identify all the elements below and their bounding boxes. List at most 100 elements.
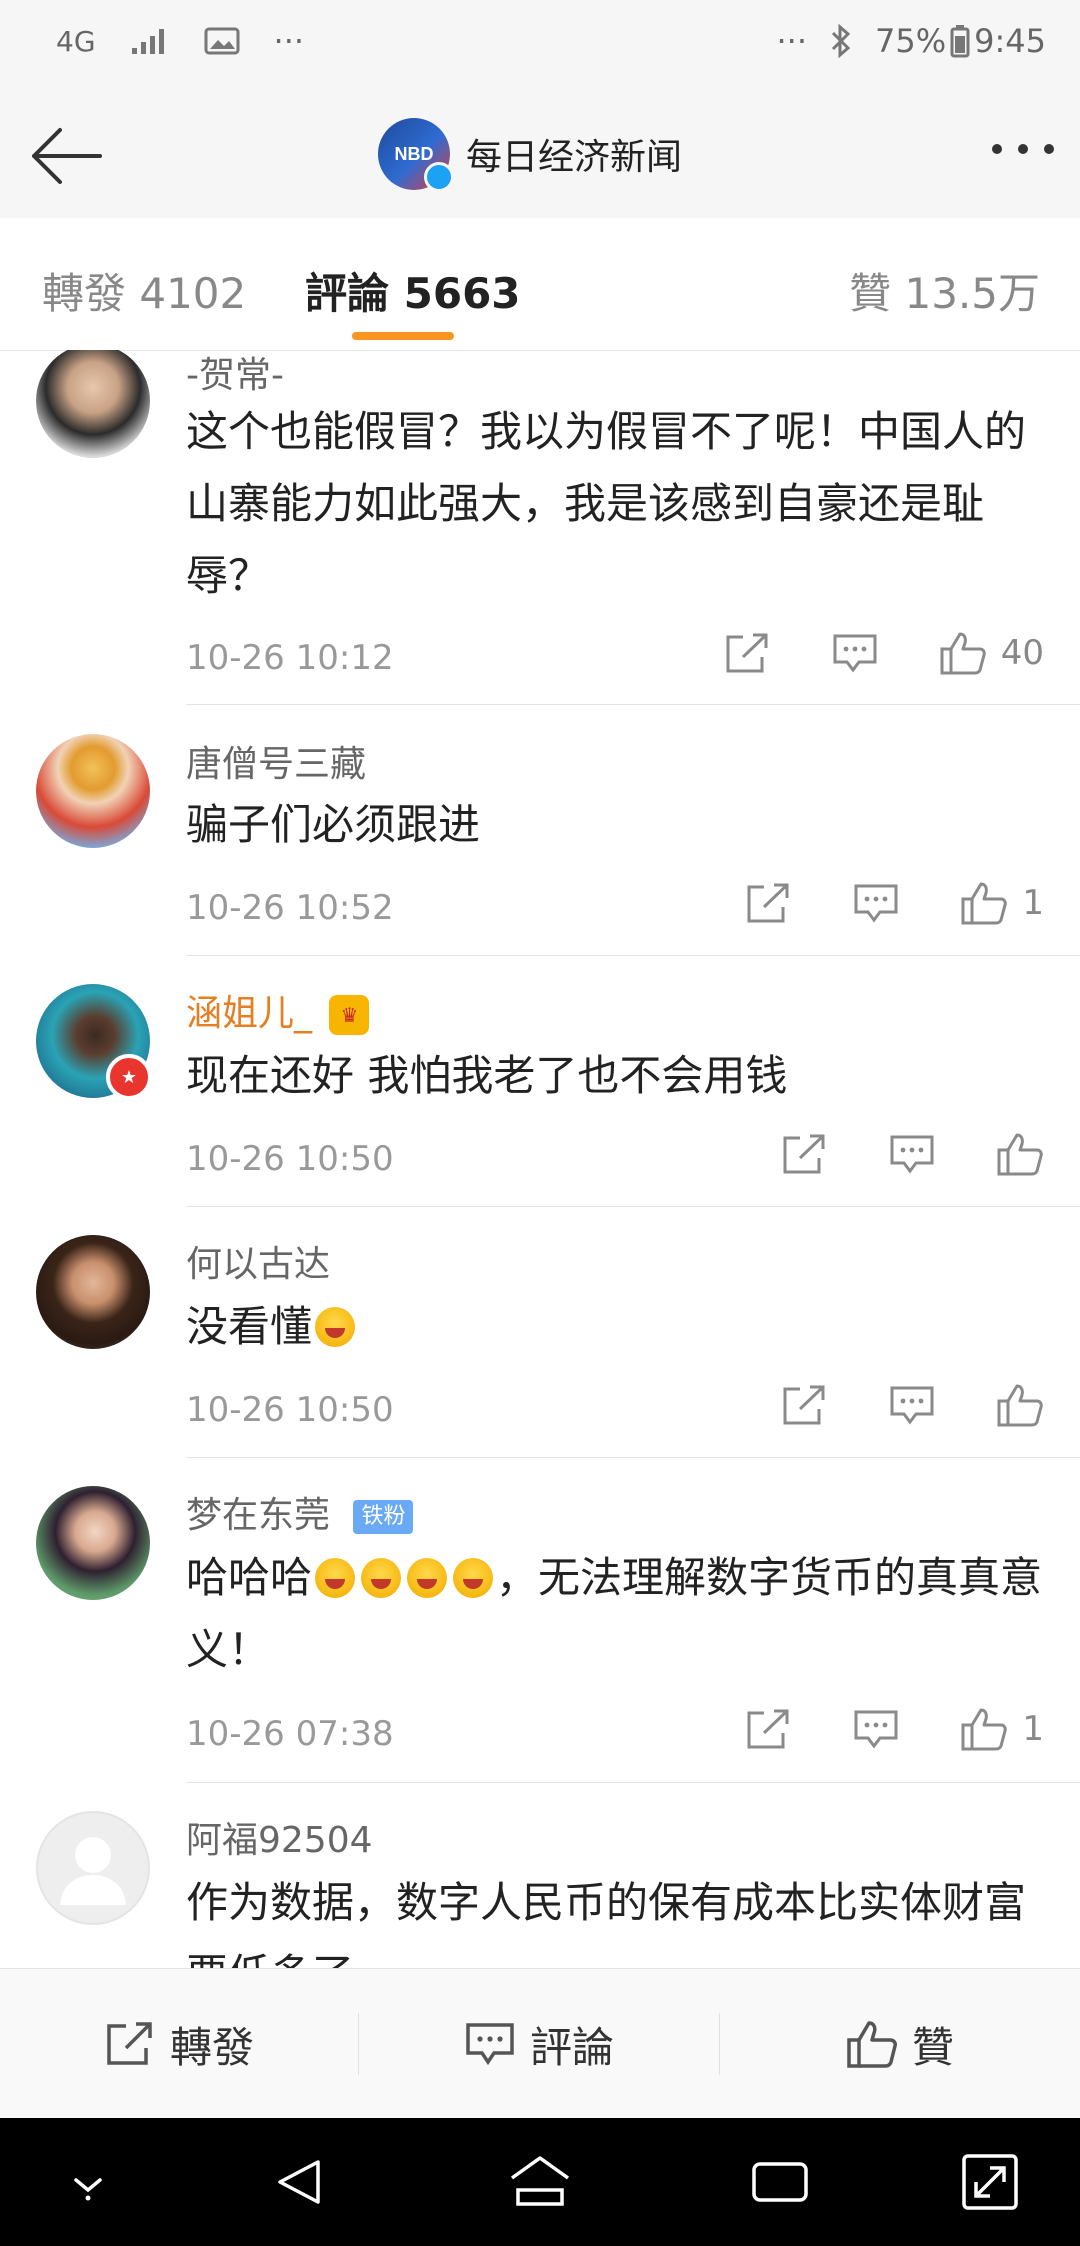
comment-actions: 1 [684, 880, 1044, 926]
avatar[interactable] [36, 1235, 150, 1349]
laugh-emoji-icon [361, 1558, 402, 1598]
notification-more: ··· [273, 22, 305, 60]
share-icon [107, 2022, 152, 2065]
like-button[interactable] [996, 1131, 1044, 1177]
account-avatar[interactable]: NBD [378, 118, 454, 192]
avatar[interactable] [36, 734, 150, 848]
thumbs-up-icon [940, 632, 986, 675]
like-count: 1 [1022, 1709, 1044, 1749]
home-icon [510, 2156, 570, 2206]
laugh-emoji-icon [407, 1558, 448, 1598]
comment-text: 骗子们必须跟进 [186, 800, 481, 849]
comment-author[interactable]: 何以古达 [186, 1235, 330, 1287]
comment-text: 没看懂 [186, 1291, 1044, 1363]
account-header[interactable]: NBD 每日经济新闻 [378, 118, 683, 192]
more-options-button[interactable] [992, 144, 1054, 154]
battery-level: 75% [875, 22, 947, 60]
clock: 9:45 [974, 22, 1046, 60]
bluetooth-icon [829, 24, 853, 58]
comment-author[interactable]: -贺常- [186, 350, 284, 398]
comment-time: 10-26 10:12 [186, 638, 394, 678]
share-icon [747, 1709, 789, 1749]
repost-button[interactable] [723, 631, 771, 675]
share-icon [783, 1134, 825, 1174]
home-button[interactable] [506, 2148, 574, 2216]
reply-button[interactable] [888, 1383, 936, 1427]
avatar[interactable]: ★ [36, 984, 152, 1100]
comment-author[interactable]: 涵姐儿_ ♛ [186, 984, 370, 1036]
reply-button[interactable] [852, 881, 900, 925]
comment-text-content: 没看懂 [186, 1302, 313, 1351]
comment-author[interactable]: 阿福92504 [186, 1811, 373, 1863]
divider [186, 1782, 1080, 1783]
comment-icon [890, 1386, 934, 1425]
comment-text: 哈哈哈 ，无法理解数字货币的真真意义！ [186, 1542, 1044, 1686]
like-action-button[interactable]: 贊 [720, 1969, 1080, 2119]
avatar[interactable] [36, 1486, 150, 1600]
system-back-button[interactable] [266, 2148, 334, 2216]
comment-time: 10-26 10:50 [186, 1390, 394, 1430]
repost-button[interactable] [744, 1707, 792, 1751]
reply-button[interactable] [888, 1132, 936, 1176]
comment-text: 现在还好 我怕我老了也不会用钱 [186, 1051, 788, 1100]
top-nav-bar: NBD 每日经济新闻 [0, 92, 1080, 219]
comment-author[interactable]: 唐僧号三藏 [186, 735, 366, 787]
thumbs-up-icon [997, 1384, 1043, 1427]
status-bar: 4G ··· ··· 75% 9:45 [0, 0, 1080, 92]
avatar[interactable] [36, 350, 150, 458]
comment-icon [466, 2023, 514, 2066]
system-navigation-bar [0, 2118, 1080, 2246]
comment-label: 評論 [529, 2022, 614, 2072]
back-button[interactable] [26, 116, 106, 196]
arrow-left-icon [32, 128, 102, 184]
reply-button[interactable] [831, 631, 879, 675]
fan-badge: 铁粉 [353, 1500, 414, 1534]
recent-apps-icon [752, 2162, 808, 2202]
thumbs-up-icon [961, 882, 1008, 925]
repost-button[interactable] [780, 1132, 828, 1176]
laugh-emoji-icon [315, 1558, 356, 1598]
tab-reposts[interactable]: 轉發 4102 [42, 260, 246, 321]
status-more: ··· [776, 22, 808, 60]
comment-time: 10-26 07:38 [186, 1714, 394, 1754]
battery-icon [950, 24, 970, 58]
comment-time: 10-26 10:52 [186, 888, 394, 928]
more-dot-icon [1044, 144, 1054, 154]
like-button[interactable] [996, 1382, 1044, 1428]
back-triangle-icon [278, 2160, 320, 2204]
like-label: 贊 [911, 2022, 954, 2072]
recent-apps-button[interactable] [746, 2148, 814, 2216]
comment-icon [854, 884, 898, 923]
repost-button[interactable] [780, 1383, 828, 1427]
gallery-icon [204, 26, 240, 56]
tab-comments[interactable]: 評論 5663 [305, 260, 521, 321]
comment-actions [720, 1131, 1044, 1177]
like-button[interactable]: 40 [939, 630, 1044, 676]
comment-actions [720, 1382, 1044, 1428]
like-button[interactable]: 1 [960, 880, 1044, 926]
avatar[interactable] [36, 1811, 150, 1925]
comment-author[interactable]: 梦在东莞 铁粉 [186, 1486, 414, 1538]
more-dot-icon [992, 144, 1002, 154]
expand-arrows-icon [962, 2154, 1018, 2210]
page-title: 每日经济新闻 [466, 137, 683, 178]
comment-action-button[interactable]: 評論 [359, 1969, 719, 2119]
share-icon [726, 633, 768, 673]
repost-label: 轉發 [169, 2022, 254, 2072]
repost-button[interactable] [744, 881, 792, 925]
hide-keyboard-button[interactable] [54, 2148, 122, 2216]
reply-button[interactable] [852, 1707, 900, 1751]
expand-button[interactable] [956, 2148, 1024, 2216]
comment-text-prefix: 哈哈哈 [186, 1553, 313, 1602]
thumbs-up-icon [961, 1708, 1008, 1751]
laugh-cry-emoji-icon [315, 1307, 356, 1347]
repost-action-button[interactable]: 轉發 [0, 1969, 358, 2119]
like-button[interactable]: 1 [960, 1706, 1044, 1752]
divider [186, 1457, 1080, 1458]
default-avatar-icon [60, 1837, 126, 1905]
comment-actions: 1 [684, 1706, 1044, 1752]
comment-actions: 40 [663, 630, 1044, 676]
comment-time: 10-26 10:50 [186, 1139, 394, 1179]
comment-list[interactable]: -贺常- 这个也能假冒？我以为假冒不了呢！中国人的山寨能力如此强大，我是该感到自… [0, 350, 1080, 1968]
tab-likes[interactable]: 贊 13.5万 [849, 260, 1040, 321]
